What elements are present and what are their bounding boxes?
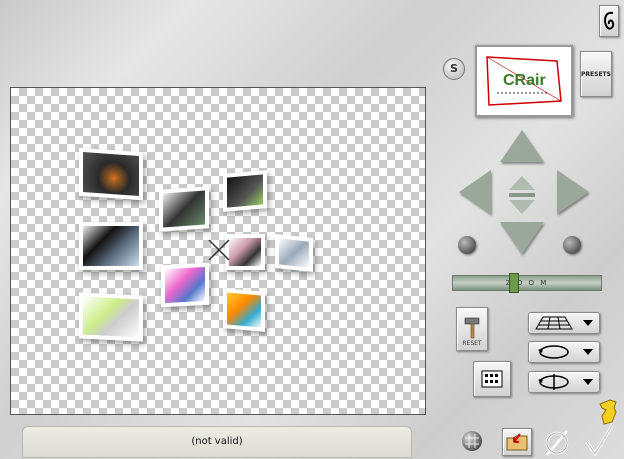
layout-button[interactable]: [473, 361, 511, 397]
status-text: (not valid): [191, 436, 243, 447]
chevron-down-icon: [583, 349, 593, 355]
signature-icon[interactable]: [599, 5, 619, 37]
image-card[interactable]: [223, 170, 267, 212]
arrow-up-button[interactable]: [500, 130, 544, 162]
center-small-down-button[interactable]: [509, 200, 535, 214]
image-card[interactable]: [225, 234, 265, 270]
signature-glyph: [604, 11, 615, 30]
grid-plane-icon: [535, 316, 573, 330]
image-card[interactable]: [223, 288, 265, 332]
rotate-left-button[interactable]: [458, 236, 476, 254]
rotate-horizontal-icon: [538, 345, 569, 359]
hammer-icon: [464, 317, 480, 339]
presets-label: PRESETS: [581, 70, 611, 78]
arrow-down-button[interactable]: [500, 222, 544, 254]
zoom-slider[interactable]: Z O O M: [452, 275, 602, 291]
zoom-slider-thumb[interactable]: [509, 273, 519, 293]
chevron-down-icon: [583, 320, 593, 326]
rotation-dropdown[interactable]: [528, 341, 600, 363]
tilt-dropdown[interactable]: [528, 371, 600, 393]
folder-glyph: [506, 433, 528, 451]
image-card[interactable]: [161, 262, 209, 308]
reset-button[interactable]: RESET: [456, 307, 488, 351]
arrow-left-button[interactable]: [459, 170, 491, 214]
preview-canvas[interactable]: [10, 87, 426, 415]
grid-lines: [465, 434, 479, 448]
preset-preview[interactable]: CRair: [475, 45, 573, 117]
image-card[interactable]: [79, 222, 143, 270]
reset-label: RESET: [462, 340, 482, 347]
center-small-up-button[interactable]: [509, 176, 535, 190]
s-button[interactable]: S: [443, 58, 465, 80]
center-divider: [509, 193, 535, 197]
presets-button[interactable]: PRESETS: [580, 51, 612, 97]
image-card[interactable]: [79, 292, 143, 342]
grid-ball-icon[interactable]: [462, 431, 482, 451]
rotate-right-button[interactable]: [563, 236, 581, 254]
rotate-vertical-icon: [538, 374, 569, 390]
image-card[interactable]: [79, 147, 143, 201]
folder-open-icon[interactable]: [502, 428, 532, 456]
image-card[interactable]: [159, 186, 209, 232]
layout-grid-icon: [481, 370, 503, 388]
perspective-dropdown[interactable]: [528, 312, 600, 334]
chevron-down-icon: [583, 379, 593, 385]
arrow-right-button[interactable]: [557, 170, 589, 214]
center-cross-icon: [208, 239, 230, 261]
status-bar: (not valid): [22, 426, 412, 458]
image-card[interactable]: [275, 234, 313, 272]
preview-logo-text: CRair: [503, 72, 546, 89]
preview-logo-graphic: CRair: [486, 56, 562, 106]
cancel-slash-icon[interactable]: [543, 429, 571, 457]
pointing-hand-icon[interactable]: [596, 398, 620, 426]
